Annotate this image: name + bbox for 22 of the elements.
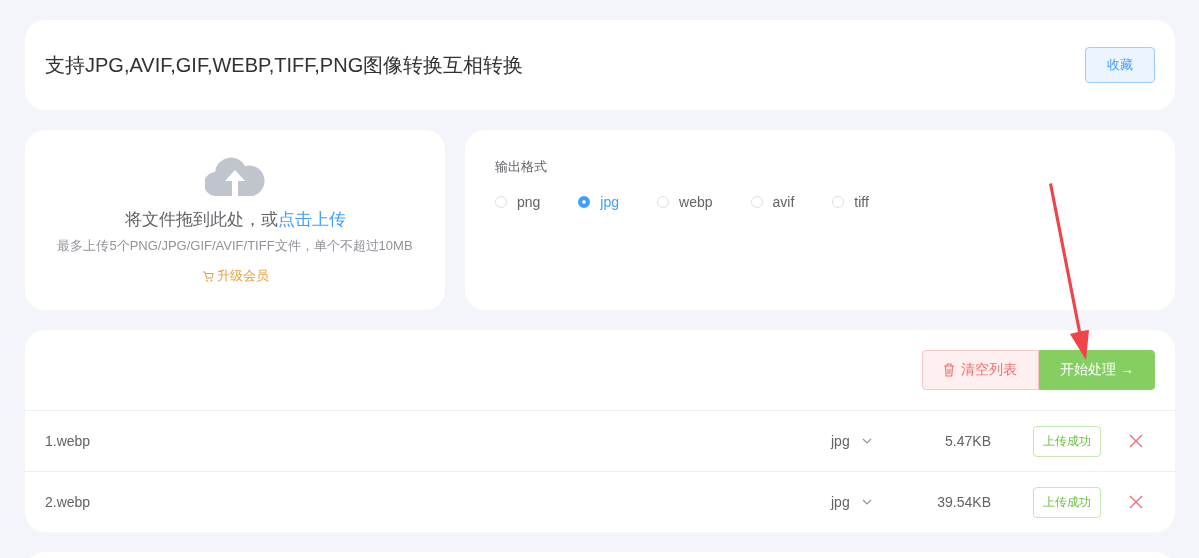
file-size: 39.54KB (936, 494, 991, 510)
drop-instruction: 将文件拖到此处，或点击上传 (124, 209, 346, 231)
upload-hint: 最多上传5个PNG/JPG/GIF/AVIF/TIFF文件，单个不超过10MB (57, 237, 413, 255)
format-radio[interactable]: png (495, 194, 541, 210)
upload-status-tag: 上传成功 (1033, 486, 1101, 518)
close-icon[interactable] (1129, 434, 1143, 448)
format-radio[interactable]: webp (657, 194, 713, 210)
format-select[interactable]: jpg (831, 494, 911, 510)
file-name: 1.webp (45, 433, 92, 449)
file-name: 2.webp (45, 494, 92, 510)
output-format-label: 输出格式 (495, 158, 548, 176)
close-icon[interactable] (1129, 495, 1143, 509)
chevron-down-icon (861, 438, 872, 444)
format-radio[interactable]: avif (750, 194, 795, 210)
cart-icon (201, 270, 214, 282)
page-title: 支持JPG,AVIF,GIF,WEBP,TIFF,PNG图像转换互相转换 (45, 52, 524, 78)
format-radio[interactable]: tiff (832, 194, 869, 210)
file-size: 5.47KB (944, 433, 991, 449)
format-select[interactable]: jpg (831, 433, 911, 449)
trash-icon (943, 363, 955, 377)
chevron-down-icon (861, 499, 872, 505)
upload-status-tag: 上传成功 (1033, 425, 1101, 457)
